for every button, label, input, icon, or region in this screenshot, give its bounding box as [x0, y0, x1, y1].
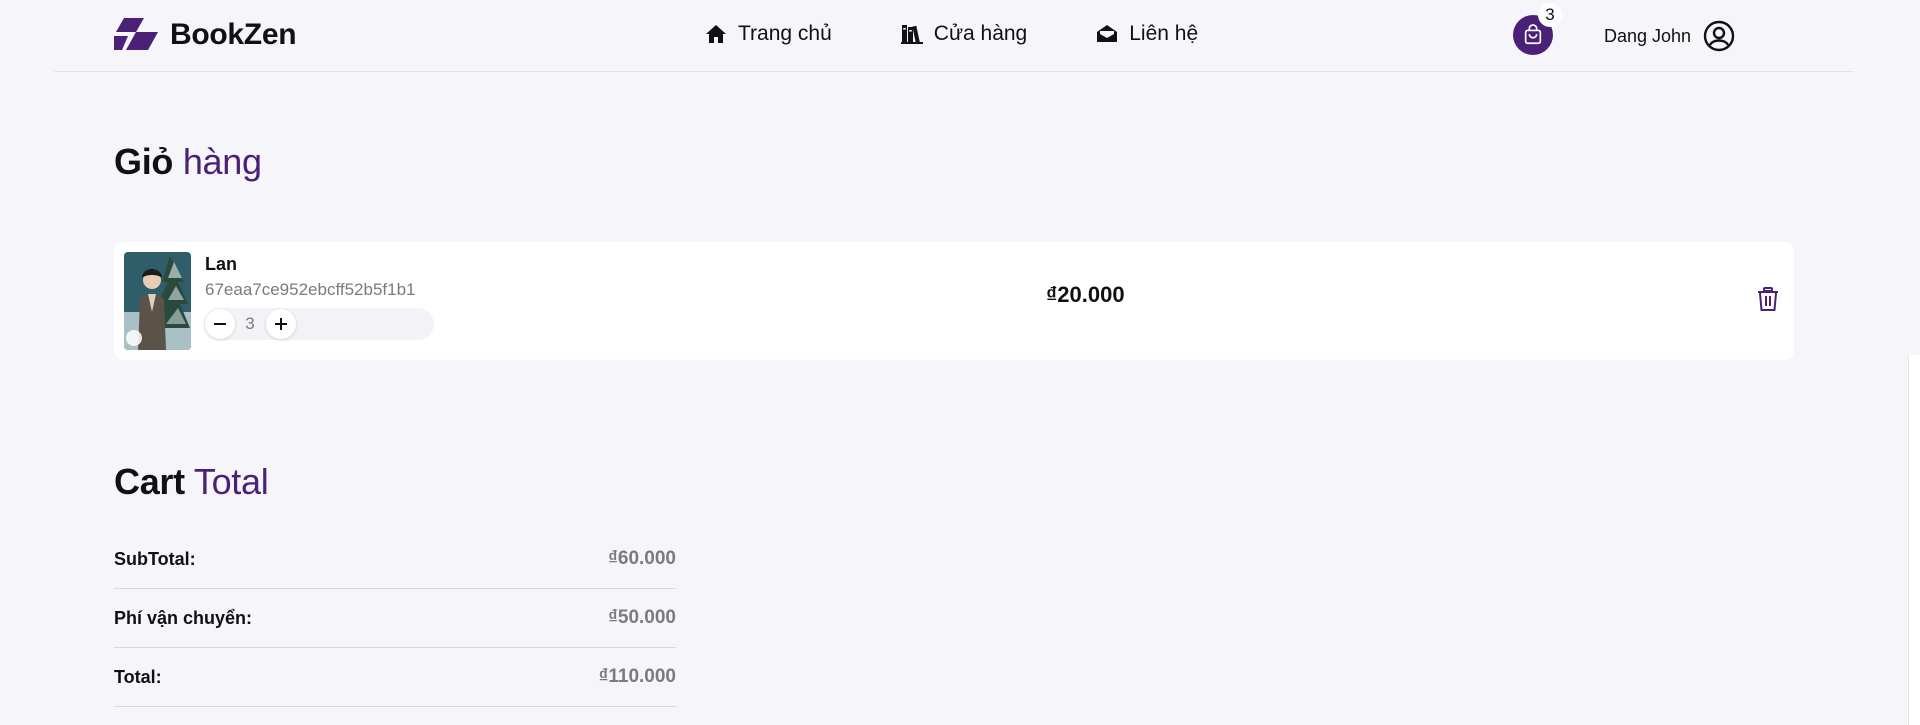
delete-item-button[interactable]	[1756, 286, 1780, 312]
envelope-icon	[1097, 25, 1118, 42]
cart-total-title: Cart Total	[114, 461, 269, 503]
total-row: Total: ₫110.000	[114, 648, 676, 707]
main-nav: Trang chủ Cửa hàng Liên hệ	[704, 22, 1198, 46]
nav-item-contact[interactable]: Liên hệ	[1095, 22, 1198, 46]
cart-total-title-bold: Cart	[114, 461, 185, 502]
subtotal-label: SubTotal:	[114, 548, 196, 569]
user-menu[interactable]: Dang John	[1604, 20, 1735, 52]
book-cover-image[interactable]	[124, 252, 191, 350]
decrease-quantity-button[interactable]	[205, 309, 235, 339]
cart-title-bold: Giỏ	[114, 141, 174, 182]
user-name: Dang John	[1604, 25, 1692, 46]
cart-totals: SubTotal: ₫60.000 Phí vận chuyển: ₫50.00…	[114, 530, 676, 707]
plus-icon	[275, 318, 287, 330]
quantity-value[interactable]: 3	[235, 314, 265, 334]
page-scrollbar[interactable]	[1908, 355, 1920, 725]
cart-title: Giỏ hàng	[114, 141, 262, 183]
logo-mark-icon	[114, 18, 158, 50]
book-cover-illustration	[124, 252, 191, 350]
item-name: Lan	[205, 254, 238, 274]
shipping-label: Phí vận chuyển:	[114, 607, 253, 628]
brand-logo[interactable]: BookZen	[114, 18, 297, 52]
subtotal-value: ₫60.000	[608, 548, 676, 569]
item-price: ₫20.000	[1046, 282, 1125, 307]
subtotal-row: SubTotal: ₫60.000	[114, 530, 676, 589]
cart-title-light: hàng	[182, 141, 262, 182]
quantity-stepper: 3	[204, 308, 434, 340]
home-icon	[706, 25, 726, 43]
shipping-row: Phí vận chuyển: ₫50.000	[114, 589, 676, 648]
total-value: ₫110.000	[598, 666, 676, 687]
brand-name: BookZen	[170, 18, 297, 51]
cart-item-row: Lan 67eaa7ce952ebcff52b5f1b1 3 ₫20.000	[114, 242, 1794, 360]
shipping-value: ₫50.000	[608, 607, 676, 628]
nav-item-home[interactable]: Trang chủ	[704, 22, 832, 46]
nav-item-label: Trang chủ	[738, 22, 832, 45]
nav-item-label: Liên hệ	[1129, 22, 1199, 45]
cart-total-title-light: Total	[193, 461, 269, 502]
user-avatar-icon	[1703, 20, 1735, 52]
item-id: 67eaa7ce952ebcff52b5f1b1	[205, 280, 416, 299]
shopping-bag-icon	[1524, 24, 1542, 45]
minus-icon	[214, 323, 226, 325]
nav-item-label: Cửa hàng	[933, 22, 1028, 45]
books-icon	[900, 25, 923, 44]
cart-count-badge: 3	[1538, 3, 1562, 27]
nav-item-shop[interactable]: Cửa hàng	[900, 22, 1027, 46]
total-label: Total:	[114, 666, 162, 687]
increase-quantity-button[interactable]	[266, 309, 296, 339]
top-header: BookZen Trang chủ Cửa hàng Liên hệ	[54, 0, 1854, 72]
